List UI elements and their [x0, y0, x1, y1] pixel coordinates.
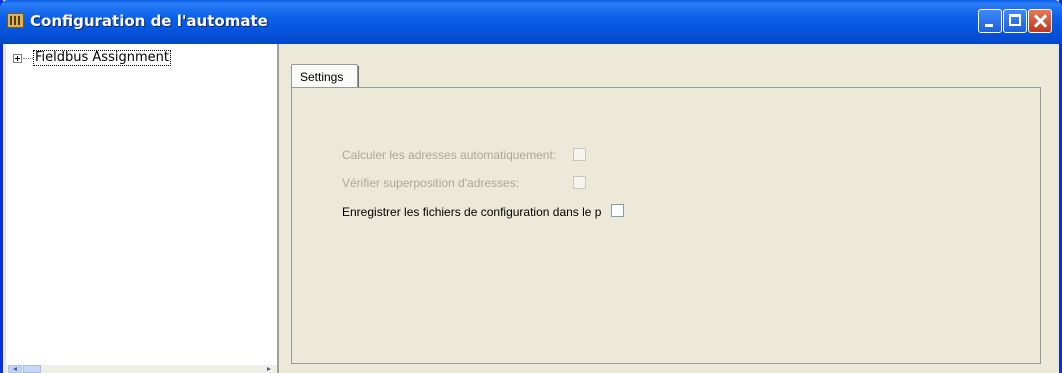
tree-pane[interactable]: Fieldbus Assignment [6, 44, 279, 373]
settings-panel: Calculer les adresses automatiquement: V… [291, 87, 1041, 364]
tree-connector [23, 57, 33, 59]
save-config-checkbox[interactable] [611, 204, 624, 217]
config-app-icon [7, 13, 24, 28]
tree-item-label[interactable]: Fieldbus Assignment [33, 50, 171, 66]
window-title: Configuration de l'automate [30, 12, 268, 30]
title-bar[interactable]: Configuration de l'automate [0, 0, 1062, 44]
save-config-label: Enregistrer les fichiers de configuratio… [342, 205, 602, 219]
verify-overlap-checkbox[interactable] [573, 176, 586, 189]
close-button[interactable] [1028, 9, 1052, 33]
calc-addresses-label: Calculer les adresses automatiquement: [342, 148, 557, 162]
scroll-left-icon[interactable] [8, 365, 22, 373]
save-config-row: Enregistrer les fichiers de configuratio… [342, 205, 601, 219]
horizontal-scrollbar[interactable] [6, 365, 277, 373]
tab-settings[interactable]: Settings [291, 64, 359, 89]
expand-plus-icon[interactable] [13, 53, 22, 63]
calc-addresses-checkbox[interactable] [573, 148, 586, 161]
calc-addresses-row: Calculer les adresses automatiquement: [342, 148, 556, 162]
verify-overlap-row: Vérifier superposition d'adresses: [342, 176, 519, 190]
scroll-right-icon[interactable] [261, 365, 275, 373]
verify-overlap-label: Vérifier superposition d'adresses: [342, 176, 520, 190]
tab-settings-label: Settings [300, 70, 344, 84]
scroll-thumb[interactable] [23, 365, 41, 373]
minimize-button[interactable] [978, 9, 1002, 33]
tree-item-fieldbus[interactable]: Fieldbus Assignment [13, 50, 171, 66]
maximize-button[interactable] [1003, 9, 1027, 33]
config-window: Configuration de l'automate Fieldbus Ass… [0, 0, 1062, 373]
